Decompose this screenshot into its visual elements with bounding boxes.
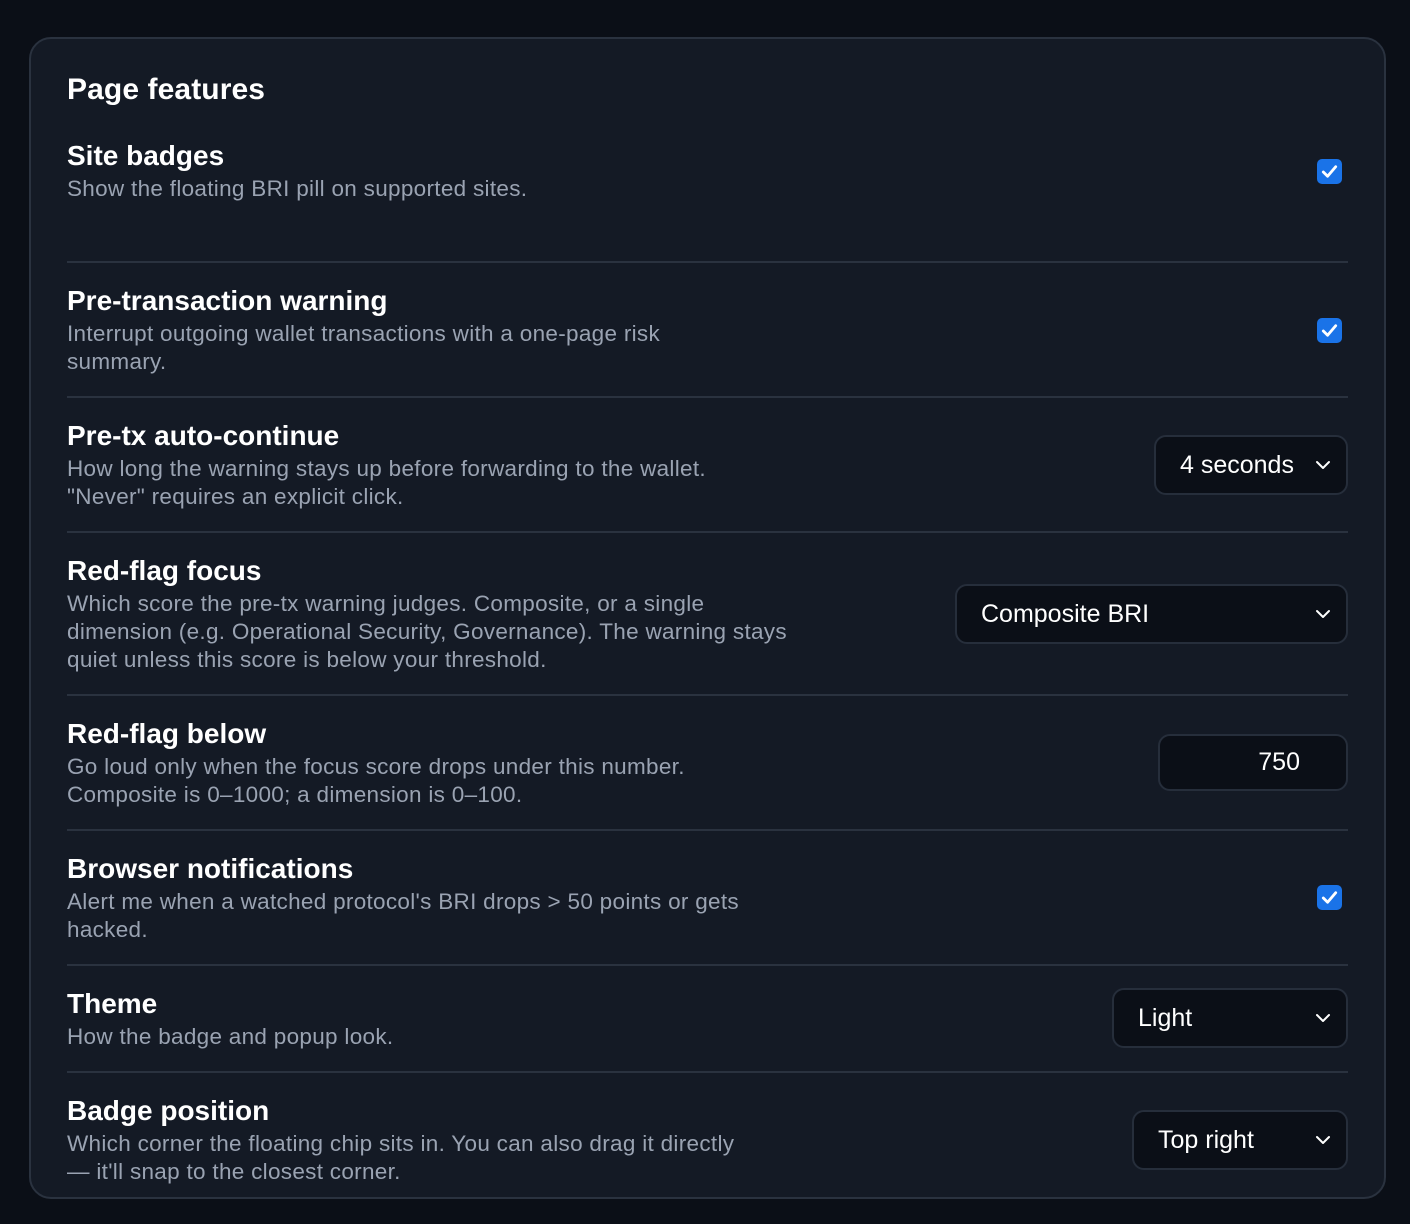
setting-label: Red-flag below (67, 718, 267, 749)
setting-description: Go loud only when the focus score drops … (67, 754, 685, 807)
settings-list: Site badges Show the floating BRI pill o… (67, 137, 1348, 1203)
auto-continue-select[interactable]: 4 seconds (1154, 435, 1348, 495)
select-value: 4 seconds (1180, 450, 1294, 479)
setting-label: Theme (67, 988, 158, 1019)
setting-text: Pre-transaction warning Interrupt outgoi… (67, 284, 757, 376)
setting-row-site-badges: Site badges Show the floating BRI pill o… (67, 137, 1348, 263)
chevron-down-icon (1316, 1136, 1330, 1144)
checkmark-icon (1321, 891, 1338, 904)
red-flag-focus-select[interactable]: Composite BRI (955, 584, 1348, 644)
select-value: Composite BRI (981, 599, 1150, 628)
checkmark-icon (1321, 324, 1338, 337)
setting-row-badge-position: Badge position Which corner the floating… (67, 1073, 1348, 1203)
red-flag-below-input[interactable]: 750 (1158, 734, 1348, 791)
setting-text: Theme How the badge and popup look. (67, 987, 787, 1051)
site-badges-checkbox[interactable] (1317, 159, 1342, 184)
setting-label: Pre-transaction warning (67, 285, 388, 316)
setting-row-red-flag-focus: Red-flag focus Which score the pre-tx wa… (67, 533, 1348, 696)
setting-text: Site badges Show the floating BRI pill o… (67, 139, 787, 203)
setting-description: Which score the pre-tx warning judges. C… (67, 591, 787, 672)
setting-row-auto-continue: Pre-tx auto-continue How long the warnin… (67, 398, 1348, 533)
setting-label: Browser notifications (67, 853, 354, 884)
setting-text: Red-flag focus Which score the pre-tx wa… (67, 554, 787, 674)
chevron-down-icon (1316, 610, 1330, 618)
setting-text: Pre-tx auto-continue How long the warnin… (67, 419, 787, 511)
setting-description: Interrupt outgoing wallet transactions w… (67, 321, 661, 374)
chevron-down-icon (1316, 1014, 1330, 1022)
setting-description: Show the floating BRI pill on supported … (67, 176, 528, 201)
setting-description: Which corner the floating chip sits in. … (67, 1131, 735, 1184)
setting-label: Badge position (67, 1095, 270, 1126)
section-title: Page features (67, 73, 266, 106)
setting-row-browser-notifications: Browser notifications Alert me when a wa… (67, 831, 1348, 966)
setting-row-theme: Theme How the badge and popup look. Ligh… (67, 966, 1348, 1073)
select-value: Light (1138, 1003, 1193, 1032)
setting-description: How long the warning stays up before for… (67, 456, 706, 509)
setting-description: Alert me when a watched protocol's BRI d… (67, 889, 739, 942)
pre-tx-warning-checkbox[interactable] (1317, 318, 1342, 343)
setting-description: How the badge and popup look. (67, 1024, 394, 1049)
setting-label: Red-flag focus (67, 555, 262, 586)
setting-text: Badge position Which corner the floating… (67, 1094, 747, 1186)
setting-label: Pre-tx auto-continue (67, 420, 340, 451)
badge-position-select[interactable]: Top right (1132, 1110, 1348, 1170)
setting-row-pre-tx-warning: Pre-transaction warning Interrupt outgoi… (67, 263, 1348, 398)
checkmark-icon (1321, 165, 1338, 178)
chevron-down-icon (1316, 461, 1330, 469)
browser-notifications-checkbox[interactable] (1317, 885, 1342, 910)
setting-row-red-flag-below: Red-flag below Go loud only when the foc… (67, 696, 1348, 831)
page-features-card: Page features Site badges Show the float… (29, 37, 1386, 1199)
setting-text: Red-flag below Go loud only when the foc… (67, 717, 787, 809)
setting-text: Browser notifications Alert me when a wa… (67, 852, 787, 944)
select-value: Top right (1158, 1125, 1254, 1154)
setting-label: Site badges (67, 140, 225, 171)
theme-select[interactable]: Light (1112, 988, 1348, 1048)
